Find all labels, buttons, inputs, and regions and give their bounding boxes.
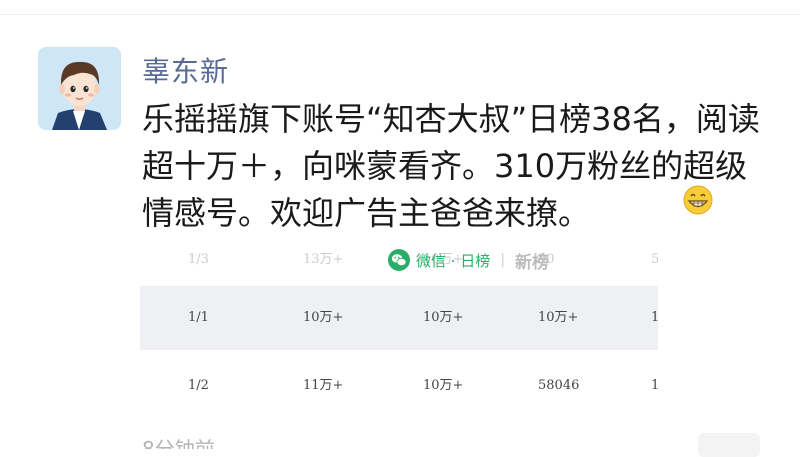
- table-cell: 11万+: [303, 378, 344, 393]
- table-cell: 10万+: [423, 310, 464, 325]
- table-row: 1/2 11万+ 10万+ 58046 1(: [140, 354, 658, 414]
- table-cell: 10万+: [538, 310, 579, 325]
- grinning-face-icon: [683, 185, 713, 215]
- table-cell: 10万+: [423, 378, 464, 393]
- table-cell: 1/2: [188, 378, 209, 393]
- table-cell: 58046: [538, 378, 580, 393]
- more-actions-button[interactable]: [698, 433, 760, 457]
- table-cell: 1/1: [188, 310, 209, 325]
- table-cell: 1(: [651, 310, 658, 325]
- wechat-icon: [388, 249, 410, 271]
- xinbang-logo-text: 新榜: [515, 252, 550, 273]
- post-text: 乐摇摇旗下账号“知杏大叔”日榜38名，阅读超十万＋，向咪蒙看齐。310万粉丝的超…: [142, 100, 760, 232]
- table-row: 1/1 10万+ 10万+ 10万+ 1(: [140, 286, 658, 350]
- avatar[interactable]: [38, 47, 121, 130]
- post-timestamp: 8分钟前: [142, 437, 215, 449]
- wechat-ranking-brand: 微信 · 日榜 | 新榜: [388, 246, 549, 274]
- table-cell: 10万+: [303, 310, 344, 325]
- table-cell: 1/3: [188, 252, 209, 267]
- table-cell: 1(: [651, 378, 658, 393]
- author-name[interactable]: 辜东新: [142, 50, 229, 90]
- brand-separator: |: [500, 252, 506, 268]
- wechat-daily-rank-label: 微信 · 日榜: [416, 251, 491, 270]
- table-cell: 5: [651, 252, 658, 267]
- shared-image-card[interactable]: 1/3 13万+ 10万+ 50 5 微信 · 日榜 | 新榜 1/1 10万+…: [140, 232, 658, 414]
- table-cell: 13万+: [303, 252, 344, 267]
- top-divider: [0, 14, 800, 15]
